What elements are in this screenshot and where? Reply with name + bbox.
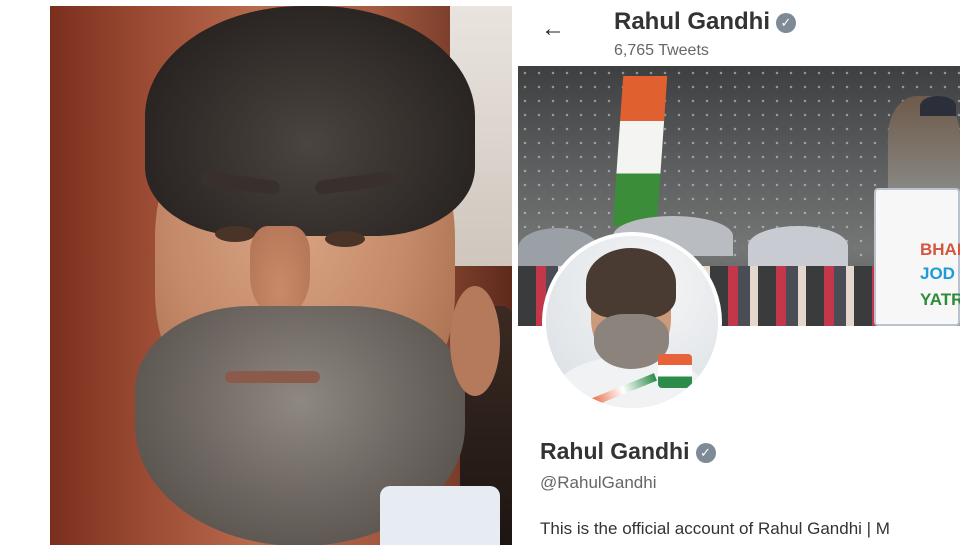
sign-line-3: YATR bbox=[920, 290, 960, 309]
header-profile-name: Rahul Gandhi ✓ bbox=[614, 8, 796, 36]
ear bbox=[450, 286, 500, 396]
sign-line-1: BHAR bbox=[920, 240, 960, 259]
tweet-count: 6,765 Tweets bbox=[614, 42, 709, 59]
hair bbox=[145, 6, 475, 236]
twitter-profile-screenshot: ← Rahul Gandhi✓ 6,765 Tweets BHAR JOD YA… bbox=[518, 0, 960, 545]
sign-line-2: JOD bbox=[920, 264, 955, 283]
avatar-hair bbox=[586, 248, 676, 318]
nose bbox=[250, 226, 310, 316]
left-eye bbox=[215, 226, 255, 242]
profile-handle: @RahulGandhi bbox=[540, 473, 657, 492]
profile-header-bar: ← Rahul Gandhi ✓ 6,765 Tweets bbox=[518, 0, 960, 66]
back-arrow-icon[interactable]: ← bbox=[540, 16, 566, 42]
yatra-sign: BHAR JOD YATR bbox=[874, 188, 960, 326]
profile-avatar[interactable] bbox=[542, 232, 722, 412]
verified-badge-icon: ✓ bbox=[776, 13, 796, 33]
mouth bbox=[225, 371, 320, 383]
umbrella bbox=[748, 226, 848, 266]
portrait-photo bbox=[50, 6, 512, 545]
verified-badge-icon: ✓ bbox=[695, 443, 716, 463]
shirt-collar bbox=[380, 486, 500, 545]
bharat-jodo-yatra-logo bbox=[658, 354, 692, 388]
profile-bio: This is the official account of Rahul Ga… bbox=[540, 519, 890, 538]
speaker-cap bbox=[920, 96, 956, 116]
profile-display-name: Rahul Gandhi ✓ bbox=[540, 438, 716, 465]
right-eye bbox=[325, 231, 365, 247]
